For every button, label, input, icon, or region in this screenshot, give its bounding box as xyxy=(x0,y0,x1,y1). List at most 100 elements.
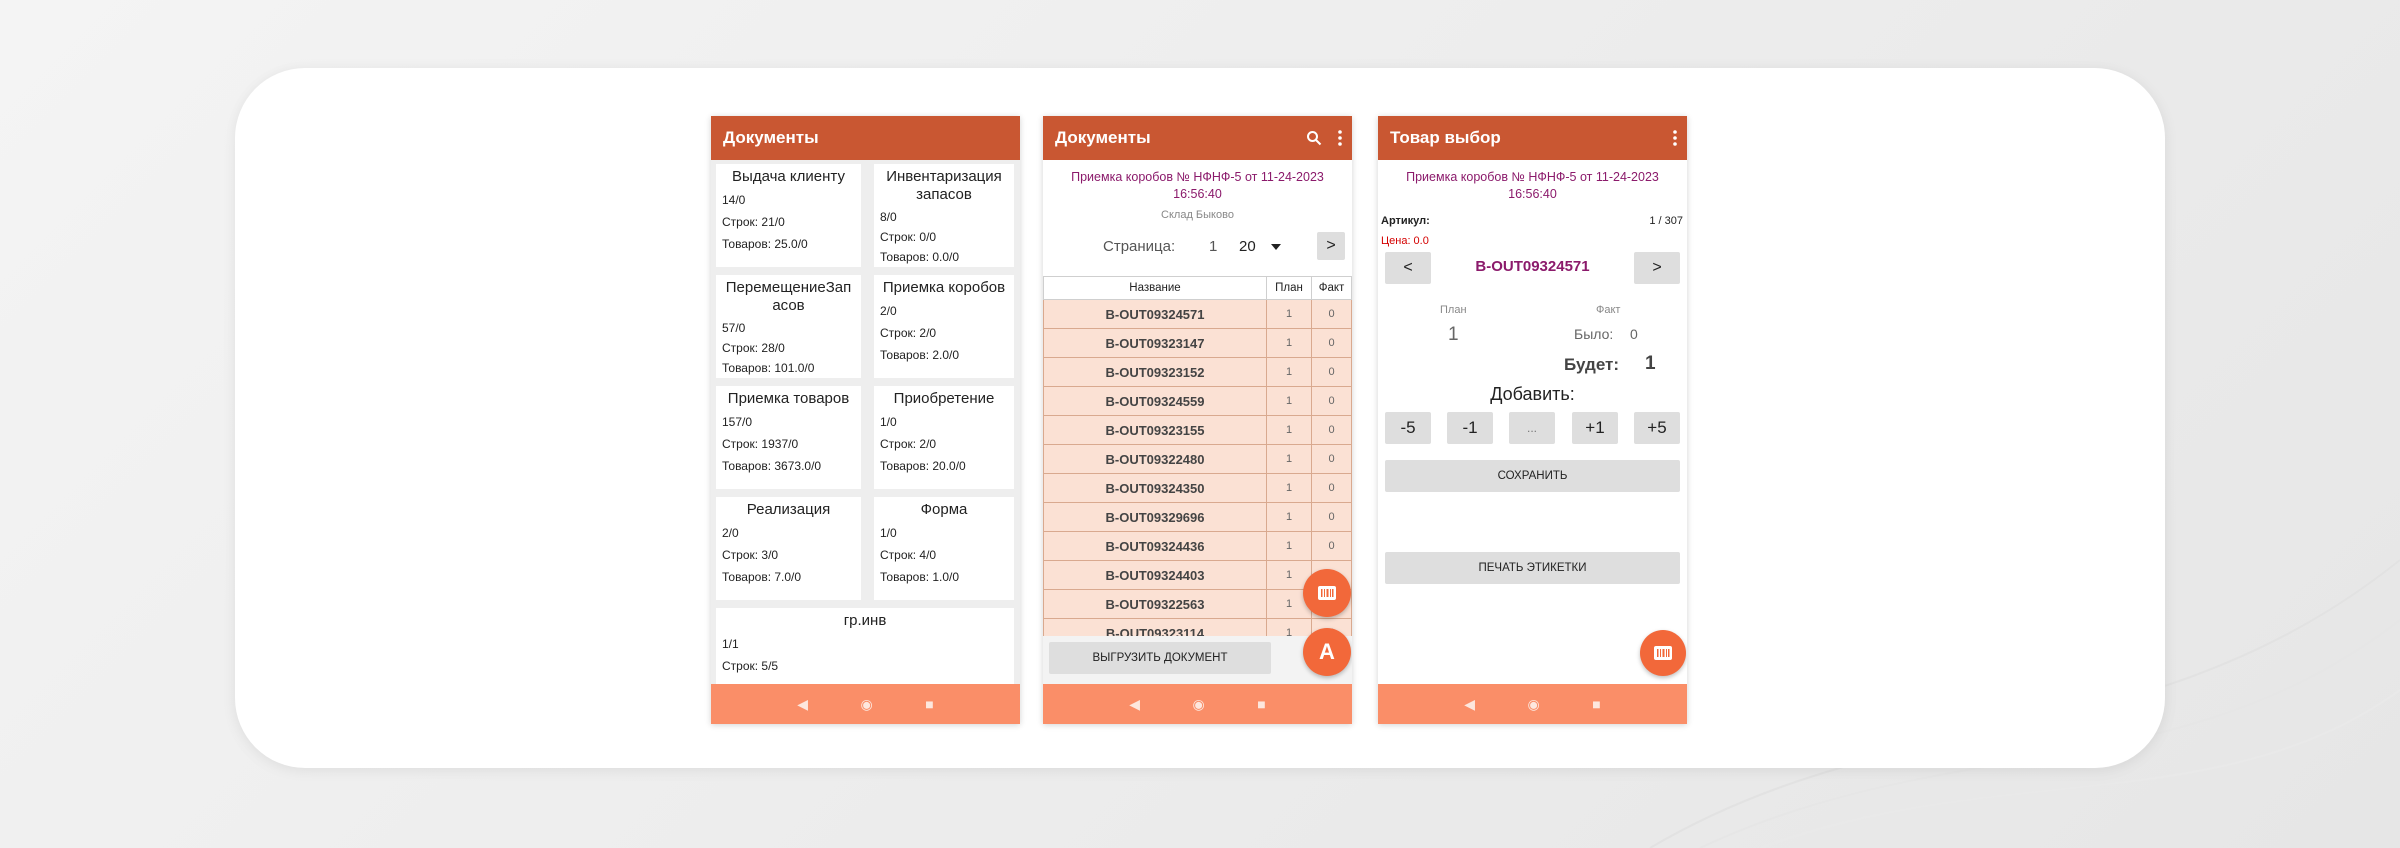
plan-cell: 1 xyxy=(1266,386,1312,416)
doc-goods: Товаров: 20.0/0 xyxy=(880,459,966,473)
doc-rows: Строк: 2/0 xyxy=(880,326,937,340)
back-icon[interactable]: ◀ xyxy=(1129,696,1140,713)
recent-apps-icon[interactable]: ■ xyxy=(925,696,933,712)
doc-card-sale[interactable]: Реализация 2/0 Строк: 3/0 Товаров: 7.0/0 xyxy=(716,497,861,600)
doc-card-goods-receipt[interactable]: Приемка товаров 157/0 Строк: 1937/0 Това… xyxy=(716,386,861,489)
plan-value: 1 xyxy=(1448,324,1459,345)
more-vert-icon[interactable] xyxy=(1338,130,1342,146)
price-label: Цена: 0.0 xyxy=(1381,235,1429,247)
doc-goods: Товаров: 1.0/0 xyxy=(880,570,960,584)
back-icon[interactable]: ◀ xyxy=(797,696,808,713)
barcode-icon xyxy=(1318,586,1336,600)
col-fact-header: Факт xyxy=(1311,276,1352,300)
home-icon[interactable]: ◉ xyxy=(1528,696,1540,713)
export-document-button[interactable]: ВЫГРУЗИТЬ ДОКУМЕНТ xyxy=(1049,642,1271,674)
more-vert-icon[interactable] xyxy=(1673,130,1677,146)
doc-card-inventory[interactable]: Инвентаризация запасов 8/0 Строк: 0/0 То… xyxy=(874,164,1014,267)
custom-amount-button[interactable]: ... xyxy=(1509,412,1555,444)
plus-5-button[interactable]: +5 xyxy=(1634,412,1680,444)
minus-5-button[interactable]: -5 xyxy=(1385,412,1431,444)
search-icon[interactable] xyxy=(1306,130,1322,146)
plan-cell: 1 xyxy=(1266,299,1312,329)
recent-apps-icon[interactable]: ■ xyxy=(1592,696,1600,712)
table-row[interactable]: B-OUT09323152 1 0 xyxy=(1043,357,1352,387)
doc-count: 2/0 xyxy=(880,304,897,318)
item-name-cell: B-OUT09322563 xyxy=(1043,589,1267,619)
doc-title: гр.инв xyxy=(843,612,887,629)
was-label: Было: xyxy=(1574,326,1614,342)
doc-title: Форма xyxy=(920,501,968,518)
add-label: Добавить: xyxy=(1490,384,1575,404)
page-label: Страница: xyxy=(1103,238,1176,255)
back-icon[interactable]: ◀ xyxy=(1464,696,1475,713)
table-row[interactable]: B-OUT09323147 1 0 xyxy=(1043,328,1352,358)
auto-mode-button[interactable]: A xyxy=(1303,628,1351,676)
next-item-button[interactable]: > xyxy=(1634,252,1680,284)
will-value: 1 xyxy=(1645,353,1656,374)
plus-1-button[interactable]: +1 xyxy=(1572,412,1618,444)
app-bar: Документы xyxy=(1043,116,1352,160)
app-bar: Товар выбор xyxy=(1378,116,1687,160)
print-label-button[interactable]: ПЕЧАТЬ ЭТИКЕТКИ xyxy=(1385,552,1680,584)
barcode-scan-button[interactable] xyxy=(1303,569,1351,617)
item-position: 1 / 307 xyxy=(1649,215,1683,227)
doc-card-box-receipt[interactable]: Приемка коробов 2/0 Строк: 2/0 Товаров: … xyxy=(874,275,1014,378)
table-row[interactable]: B-OUT09324559 1 0 xyxy=(1043,386,1352,416)
document-detail-screen: Документы Приемка коробов № НФНФ-5 от 11… xyxy=(1043,116,1352,724)
item-name-cell: B-OUT09323152 xyxy=(1043,357,1267,387)
doc-goods: Товаров: 0.0/0 xyxy=(880,250,960,264)
barcode-icon xyxy=(1654,646,1672,660)
doc-count: 57/0 xyxy=(722,321,746,335)
doc-count: 157/0 xyxy=(722,415,753,429)
doc-count: 1/0 xyxy=(880,526,897,540)
doc-count: 1/0 xyxy=(880,415,897,429)
doc-rows: Строк: 2/0 xyxy=(880,437,937,451)
doc-card-purchase[interactable]: Приобретение 1/0 Строк: 2/0 Товаров: 20.… xyxy=(874,386,1014,489)
save-button[interactable]: СОХРАНИТЬ xyxy=(1385,460,1680,492)
table-row[interactable]: B-OUT09329696 1 0 xyxy=(1043,502,1352,532)
plan-cell: 1 xyxy=(1266,531,1312,561)
doc-goods: Товаров: 7.0/0 xyxy=(722,570,802,584)
item-select-screen: Товар выбор Приемка коробов № НФНФ-5 от … xyxy=(1378,116,1687,724)
system-nav-bar: ◀ ◉ ■ xyxy=(711,684,1020,724)
item-name-cell: B-OUT09324403 xyxy=(1043,560,1267,590)
system-nav-bar: ◀ ◉ ■ xyxy=(1378,684,1687,724)
doc-card-transfer[interactable]: ПеремещениеЗапасов 57/0 Строк: 28/0 Това… xyxy=(716,275,861,378)
doc-rows: Строк: 21/0 xyxy=(722,215,785,229)
next-page-button[interactable]: > xyxy=(1317,232,1345,260)
plan-cell: 1 xyxy=(1266,357,1312,387)
recent-apps-icon[interactable]: ■ xyxy=(1257,696,1265,712)
table-row[interactable]: B-OUT09323155 1 0 xyxy=(1043,415,1352,445)
doc-title: Реализация xyxy=(746,501,831,518)
item-name-cell: B-OUT09323155 xyxy=(1043,415,1267,445)
table-row[interactable]: B-OUT09324350 1 0 xyxy=(1043,473,1352,503)
doc-card-group-inv[interactable]: гр.инв 1/1 Строк: 5/5 xyxy=(716,608,1014,684)
system-nav-bar: ◀ ◉ ■ xyxy=(1043,684,1352,724)
doc-goods: Товаров: 2.0/0 xyxy=(880,348,960,362)
doc-card-issue[interactable]: Выдача клиенту 14/0 Строк: 21/0 Товаров:… xyxy=(716,164,861,267)
barcode-scan-button[interactable] xyxy=(1640,630,1686,676)
doc-goods: Товаров: 101.0/0 xyxy=(722,361,815,375)
document-title: Приемка коробов № НФНФ-5 от 11-24-2023 1… xyxy=(1406,170,1659,201)
doc-rows: Строк: 1937/0 xyxy=(722,437,799,451)
table-row[interactable]: B-OUT09324436 1 0 xyxy=(1043,531,1352,561)
doc-rows: Строк: 3/0 xyxy=(722,548,779,562)
minus-1-button[interactable]: -1 xyxy=(1447,412,1493,444)
page-size-select[interactable]: 20 xyxy=(1239,236,1293,258)
table-row[interactable]: B-OUT09322480 1 0 xyxy=(1043,444,1352,474)
table-row[interactable]: B-OUT09324571 1 0 xyxy=(1043,299,1352,329)
item-body: Приемка коробов № НФНФ-5 от 11-24-2023 1… xyxy=(1378,160,1687,684)
doc-card-form[interactable]: Форма 1/0 Строк: 4/0 Товаров: 1.0/0 xyxy=(874,497,1014,600)
home-icon[interactable]: ◉ xyxy=(1193,696,1205,713)
will-label: Будет: xyxy=(1564,355,1620,374)
home-icon[interactable]: ◉ xyxy=(861,696,873,713)
page-number: 1 xyxy=(1209,238,1218,255)
doc-title: ПеремещениеЗапасов xyxy=(725,279,852,314)
item-name-cell: B-OUT09324436 xyxy=(1043,531,1267,561)
item-name-cell: B-OUT09324350 xyxy=(1043,473,1267,503)
item-name-cell: B-OUT09324571 xyxy=(1043,299,1267,329)
doc-count: 14/0 xyxy=(722,193,746,207)
table-header: Название План Факт xyxy=(1043,276,1352,300)
fact-cell: 0 xyxy=(1311,357,1352,387)
item-name-cell: B-OUT09329696 xyxy=(1043,502,1267,532)
